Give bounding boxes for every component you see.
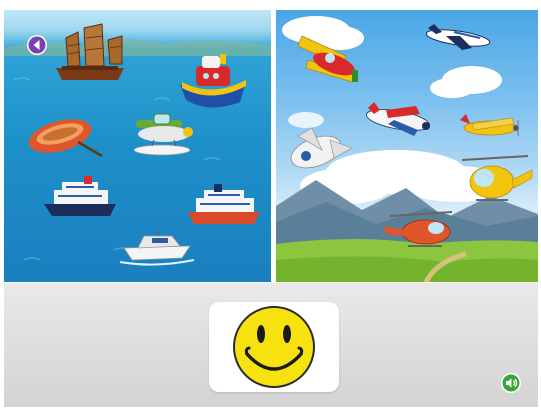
sky-panel[interactable] [276,10,538,282]
sea-panel[interactable] [4,10,271,282]
speedboat[interactable] [119,226,195,266]
game-screen [0,0,541,410]
cruise-ship-right[interactable] [188,184,260,224]
feedback-card[interactable] [209,302,339,392]
seaplane[interactable] [133,113,193,156]
smiley-face-icon [233,306,315,388]
red-white-plane[interactable] [365,102,431,136]
sky-scene [276,16,538,282]
back-button[interactable] [26,34,48,56]
cruise-ship-left[interactable] [44,176,116,216]
speaker-icon [501,373,521,393]
yellow-propeller-plane[interactable] [460,114,519,136]
back-arrow-icon [27,35,47,55]
jet-plane[interactable] [425,24,491,50]
tugboat[interactable] [180,54,246,108]
rowboat[interactable] [25,113,103,159]
sound-button[interactable] [500,372,522,394]
